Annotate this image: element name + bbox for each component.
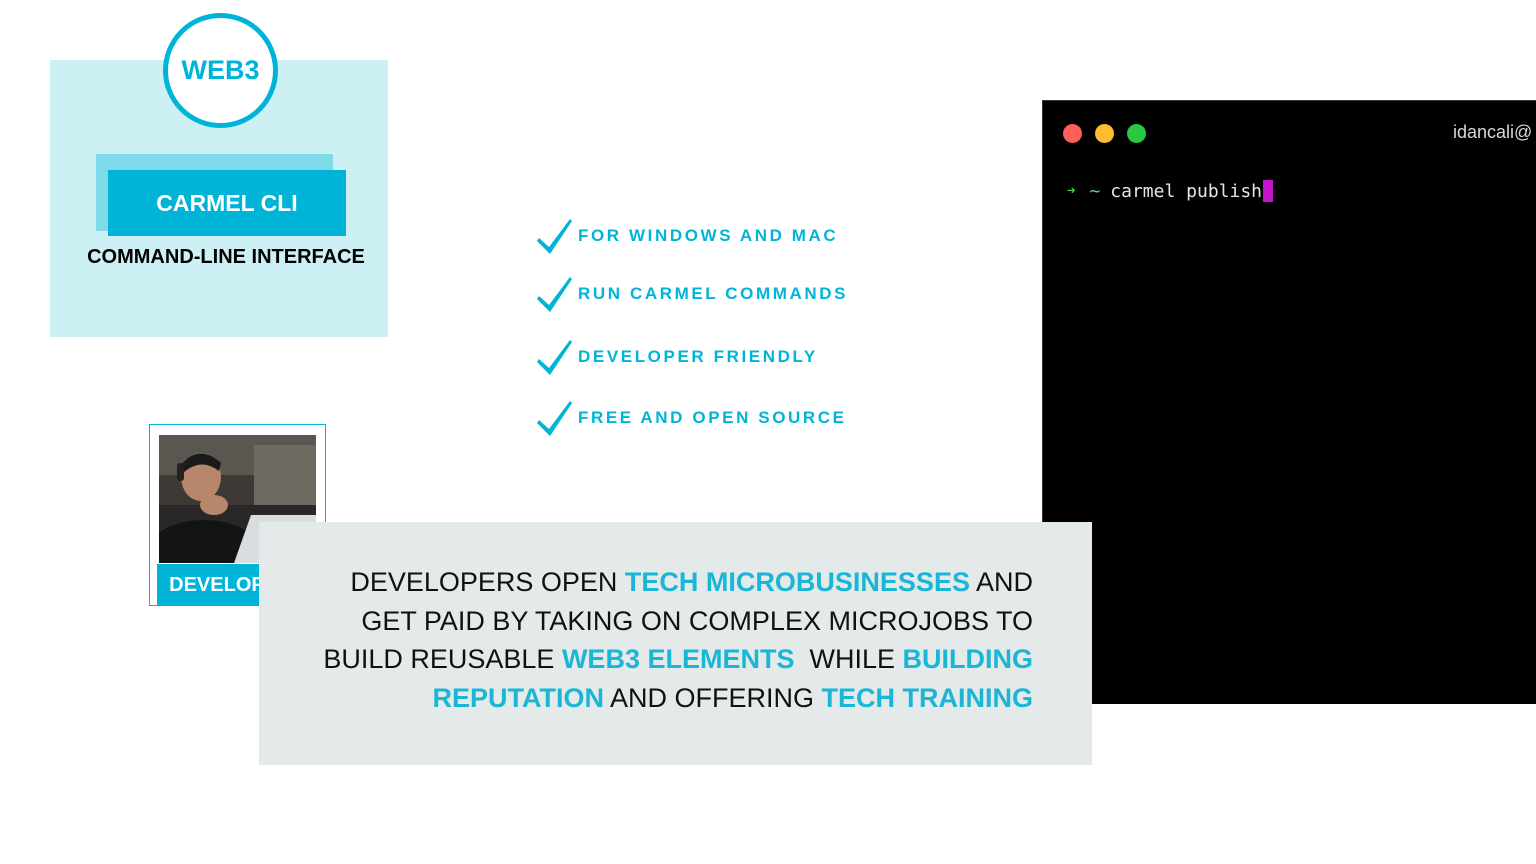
description-part: WHILE [794,644,903,674]
feature-label: RUN CARMEL COMMANDS [578,284,849,303]
maximize-window-button[interactable] [1127,124,1146,143]
terminal-window[interactable]: idancali@ ➜ ~ carmel publish [1042,100,1536,704]
web3-badge: WEB3 [163,13,278,128]
minimize-window-button[interactable] [1095,124,1114,143]
feature-label: DEVELOPER FRIENDLY [578,347,818,366]
highlight-tech-training: TECH TRAINING [821,682,1034,713]
highlight-web3-elements: WEB3 ELEMENTS [561,644,795,674]
terminal-command: carmel publish [1110,180,1262,202]
highlight-tech-microbusinesses: TECH MICROBUSINESSES [624,567,970,597]
feature-item: DEVELOPER FRIENDLY [537,337,818,377]
description-part: AND OFFERING [603,682,822,713]
checkmark-icon [537,219,572,254]
prompt-directory: ~ [1089,180,1101,202]
terminal-prompt-line[interactable]: ➜ ~ carmel publish [1067,180,1273,202]
feature-label: FREE AND OPEN SOURCE [578,408,847,427]
cli-subtitle: COMMAND-LINE INTERFACE [87,246,365,268]
feature-item: RUN CARMEL COMMANDS [537,274,848,314]
close-window-button[interactable] [1063,124,1082,143]
terminal-title: idancali@ [1453,122,1533,142]
checkmark-icon [537,277,572,312]
cli-title: CARMEL CLI [156,189,298,216]
description-text: DEVELOPERS OPEN TECH MICROBUSINESSES AND… [300,563,1033,717]
prompt-arrow-icon: ➜ [1067,183,1076,199]
cli-title-box: CARMEL CLI [108,170,346,236]
checkmark-icon [537,340,572,375]
web3-badge-label: WEB3 [181,55,260,85]
feature-item: FREE AND OPEN SOURCE [537,398,847,438]
terminal-cursor [1263,180,1273,202]
checkmark-icon [537,401,572,436]
feature-label: FOR WINDOWS AND MAC [578,226,839,245]
feature-item: FOR WINDOWS AND MAC [537,216,838,256]
description-part: DEVELOPERS OPEN [350,567,625,597]
